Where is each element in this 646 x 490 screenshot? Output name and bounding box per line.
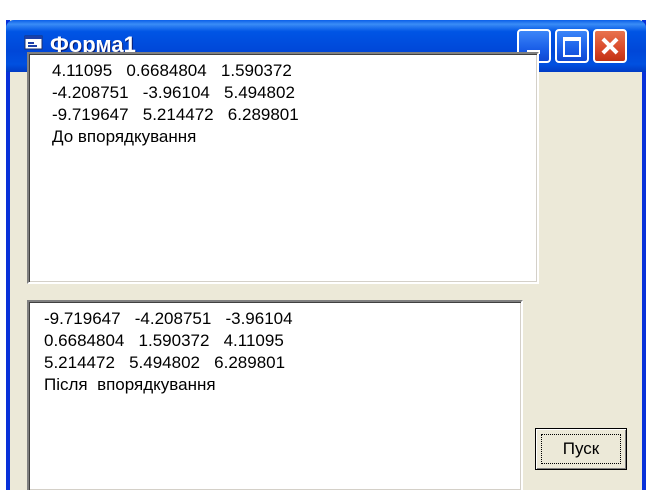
- list-item[interactable]: -9.719647 5.214472 6.289801: [52, 104, 537, 126]
- close-button[interactable]: [593, 29, 627, 63]
- list-item[interactable]: 4.11095 0.6684804 1.590372: [52, 60, 537, 82]
- maximize-button[interactable]: [555, 29, 589, 63]
- list-item[interactable]: -4.208751 -3.96104 5.494802: [52, 82, 537, 104]
- list-item[interactable]: До впорядкування: [52, 126, 537, 148]
- list-before-sort[interactable]: 4.11095 0.6684804 1.590372 -4.208751 -3.…: [27, 52, 539, 284]
- list-item[interactable]: 5.214472 5.494802 6.289801: [44, 352, 521, 374]
- maximize-icon: [563, 37, 581, 57]
- list-after-sort[interactable]: -9.719647 -4.208751 -3.96104 0.6684804 1…: [27, 300, 523, 490]
- run-button-label: Пуск: [541, 434, 621, 464]
- list-item[interactable]: Після впорядкування: [44, 374, 521, 396]
- run-button[interactable]: Пуск: [535, 428, 627, 470]
- close-icon: [595, 31, 625, 61]
- list-item[interactable]: -9.719647 -4.208751 -3.96104: [44, 308, 521, 330]
- form-app-icon: [24, 35, 43, 50]
- list-item[interactable]: 0.6684804 1.590372 4.11095: [44, 330, 521, 352]
